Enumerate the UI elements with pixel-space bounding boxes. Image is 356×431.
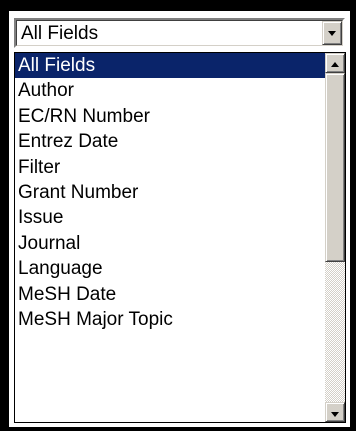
arrow-down-icon	[331, 412, 339, 417]
arrow-up-icon	[331, 62, 339, 67]
list-item[interactable]: MeSH Major Topic	[15, 307, 325, 332]
list-item[interactable]: Journal	[15, 231, 325, 256]
field-select-value: All Fields	[21, 23, 99, 44]
list-item[interactable]: EC/RN Number	[15, 104, 325, 129]
list-item[interactable]: Filter	[15, 155, 325, 180]
field-select[interactable]: All Fields	[14, 18, 345, 48]
list-item[interactable]: Author	[15, 78, 325, 103]
list-item[interactable]: Entrez Date	[15, 129, 325, 154]
list-item[interactable]: Issue	[15, 205, 325, 230]
list-item[interactable]: Language	[15, 256, 325, 281]
scroll-up-button[interactable]	[325, 53, 345, 73]
vertical-scrollbar[interactable]	[325, 53, 345, 422]
field-options-list[interactable]: All Fields Author EC/RN Number Entrez Da…	[14, 52, 346, 423]
dropdown-button[interactable]	[322, 21, 342, 45]
list-item[interactable]: All Fields	[15, 53, 325, 79]
scroll-thumb[interactable]	[325, 73, 345, 262]
list-item[interactable]: Grant Number	[15, 180, 325, 205]
chevron-down-icon	[328, 31, 336, 36]
scroll-down-button[interactable]	[325, 402, 345, 422]
search-field-selector: All Fields All Fields Author EC/RN Numbe…	[9, 11, 350, 427]
list-item[interactable]: MeSH Date	[15, 282, 325, 307]
options-container: All Fields Author EC/RN Number Entrez Da…	[15, 53, 325, 332]
